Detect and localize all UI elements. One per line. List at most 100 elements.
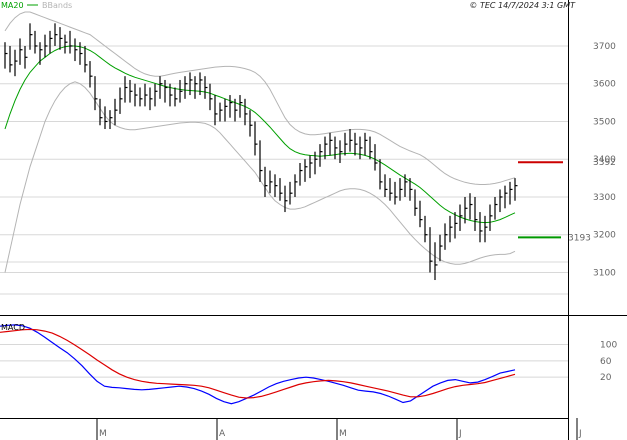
- price-bar: [94, 76, 98, 111]
- ma20-line: [4, 45, 516, 224]
- time-label: M: [99, 429, 107, 439]
- price-bar: [149, 87, 153, 111]
- price-bar: [334, 136, 338, 160]
- price-bar: [274, 174, 278, 197]
- price-bar: [494, 196, 498, 220]
- price-tick-label: 3100: [593, 268, 616, 278]
- price-bar: [14, 49, 18, 77]
- macd-panel: 100 60 20: [0, 324, 617, 405]
- price-bar: [139, 87, 143, 107]
- price-bar: [9, 45, 13, 73]
- price-bar: [49, 30, 53, 54]
- price-bar: [269, 170, 273, 194]
- macd-title: MACD: [1, 323, 25, 332]
- price-bar: [414, 189, 418, 216]
- price-bar: [209, 83, 213, 111]
- legend-bbands: BBands: [42, 1, 72, 10]
- time-label: J: [458, 429, 462, 439]
- price-bar: [484, 215, 488, 243]
- price-bar: [194, 76, 198, 99]
- price-bar: [369, 136, 373, 160]
- price-bar: [289, 181, 293, 205]
- chart-frame: [0, 0, 627, 440]
- price-bar: [224, 98, 228, 122]
- price-axis-labels: 3700 3600 3500 3400 3300 3200 3100: [593, 42, 616, 279]
- price-bar: [124, 76, 128, 103]
- macd-signal-line: [0, 328, 516, 399]
- price-bar: [109, 110, 113, 130]
- price-bar: [424, 215, 428, 243]
- price-bar: [434, 242, 438, 281]
- price-tick-label: 3300: [593, 193, 616, 203]
- chart-legend: MA20 BBands: [1, 1, 72, 10]
- price-bar: [74, 38, 78, 62]
- price-bar: [134, 83, 138, 107]
- macd-tick-label: 20: [600, 373, 612, 383]
- price-bar: [144, 83, 148, 107]
- time-label: M: [339, 429, 347, 439]
- price-bar: [204, 76, 208, 99]
- time-axis: MAMJJ: [96, 418, 582, 440]
- price-bar: [474, 196, 478, 231]
- price-bar: [384, 174, 388, 197]
- price-bar: [304, 159, 308, 182]
- price-bars: [4, 23, 518, 281]
- stock-chart: 33923193 3700360035003400330032003100 10…: [0, 0, 627, 440]
- price-bar: [444, 223, 448, 250]
- price-bar: [364, 132, 368, 156]
- support-label: 3193: [568, 233, 591, 243]
- price-bar: [479, 212, 483, 243]
- price-bar: [69, 30, 73, 54]
- price-bar: [404, 174, 408, 197]
- price-bar: [19, 38, 23, 65]
- price-tick-label: 3400: [593, 155, 616, 165]
- price-bar: [344, 132, 348, 156]
- price-bar: [234, 98, 238, 122]
- price-bar: [229, 95, 233, 118]
- price-bar: [64, 34, 68, 54]
- price-bar: [239, 95, 243, 118]
- time-label: J: [578, 429, 582, 439]
- price-bar: [374, 144, 378, 171]
- price-bar: [489, 204, 493, 231]
- price-bar: [119, 87, 123, 114]
- price-bar: [259, 140, 263, 182]
- price-bar: [44, 34, 48, 58]
- price-bar: [359, 136, 363, 160]
- price-bar: [249, 110, 253, 137]
- price-bar: [24, 45, 28, 69]
- price-bar: [54, 23, 58, 46]
- price-bar: [294, 174, 298, 197]
- price-bar: [159, 76, 163, 99]
- price-bar: [439, 234, 443, 262]
- price-bar: [449, 215, 453, 243]
- price-tick-label: 3200: [593, 231, 616, 241]
- price-bar: [219, 102, 223, 122]
- price-bar: [314, 151, 318, 175]
- price-bar: [319, 144, 323, 167]
- price-tick-label: 3700: [593, 42, 616, 52]
- price-bar: [354, 132, 358, 156]
- price-bar: [169, 83, 173, 107]
- price-bar: [184, 76, 188, 99]
- copyright-text: © TEC 14/7/2024 3:1 GMT: [469, 1, 576, 10]
- price-bar: [509, 181, 513, 205]
- price-tick-label: 3500: [593, 117, 616, 127]
- price-bar: [154, 83, 158, 107]
- macd-tick-label: 100: [600, 341, 617, 351]
- price-bar: [34, 30, 38, 54]
- price-bar: [349, 129, 353, 152]
- legend-ma20: MA20: [1, 1, 24, 10]
- price-bar: [429, 227, 433, 273]
- price-bar: [264, 166, 268, 197]
- time-label: A: [219, 429, 226, 439]
- price-bar: [174, 87, 178, 107]
- price-bar: [299, 163, 303, 186]
- macd-tick-label: 60: [600, 357, 612, 367]
- price-bar: [254, 121, 258, 156]
- price-bar: [419, 200, 423, 228]
- price-bar: [329, 132, 333, 156]
- price-bar: [394, 181, 398, 205]
- price-bar: [499, 189, 503, 213]
- price-bar: [214, 95, 218, 126]
